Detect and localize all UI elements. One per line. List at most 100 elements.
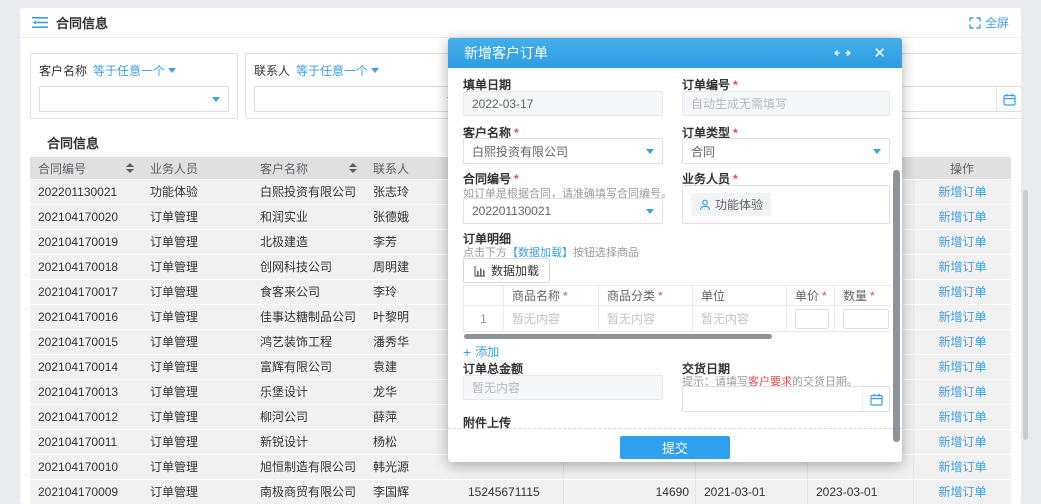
table-cell: 订单管理	[142, 330, 252, 354]
required-mark: *	[563, 289, 568, 303]
item-unit-cell[interactable]: 暂无内容	[693, 306, 787, 332]
vertical-scrollbar[interactable]	[893, 170, 900, 442]
items-column-label: 商品分类	[607, 287, 655, 304]
calendar-icon[interactable]	[862, 387, 889, 411]
table-cell: 订单管理	[142, 480, 252, 504]
column-header-1: 业务人员	[142, 157, 252, 179]
action-cell: 新增订单	[913, 430, 1011, 454]
column-header-0[interactable]: 合同编号	[30, 157, 142, 179]
filter-operator-dropdown[interactable]: 等于任意一个	[93, 62, 176, 79]
modal-close-icon[interactable]: ✕	[873, 44, 886, 62]
column-header-2[interactable]: 客户名称	[252, 157, 365, 179]
order-type-select-value: 合同	[691, 143, 715, 160]
staff-chip[interactable]: 功能体验	[691, 193, 771, 216]
table-cell: 2021-03-01	[695, 480, 807, 504]
new-order-link[interactable]: 新增订单	[938, 460, 986, 474]
new-order-link[interactable]: 新增订单	[938, 310, 986, 324]
table-cell: 食客来公司	[252, 280, 365, 304]
table-cell: 龙华	[365, 380, 452, 404]
fill-date-input[interactable]	[463, 91, 663, 116]
add-item-link[interactable]: + 添加	[463, 343, 499, 360]
new-order-link[interactable]: 新增订单	[938, 185, 986, 199]
sort-icon[interactable]	[126, 159, 134, 177]
fullscreen-button[interactable]: 全屏	[969, 14, 1009, 31]
column-label: 客户名称	[260, 160, 308, 177]
filter-box-customer: 客户名称 等于任意一个	[30, 53, 238, 119]
sort-icon[interactable]	[349, 159, 357, 177]
table-cell: 15245671115	[452, 480, 563, 504]
table-cell: 和润实业	[252, 205, 365, 229]
table-row: 202104170009订单管理南极商贸有限公司李国辉1524567111514…	[30, 480, 1011, 504]
column-header-3: 联系人	[365, 157, 452, 179]
filter-operator-label: 等于任意一个	[93, 62, 165, 79]
items-column-header-4: 数量*	[835, 286, 891, 306]
order-no-input[interactable]	[682, 91, 890, 116]
table-cell: 新锐设计	[252, 430, 365, 454]
new-order-link[interactable]: 新增订单	[938, 435, 986, 449]
filter-operator-dropdown[interactable]: 等于任意一个	[296, 62, 379, 79]
chevron-down-icon	[371, 68, 379, 77]
divider	[448, 428, 902, 429]
table-cell: 订单管理	[142, 355, 252, 379]
unit-price-input[interactable]	[795, 309, 829, 329]
table-cell: 202104170020	[30, 205, 142, 229]
new-order-link[interactable]: 新增订单	[938, 485, 986, 499]
action-cell: 新增订单	[913, 230, 1011, 254]
calendar-icon[interactable]	[996, 87, 1021, 111]
table-cell: 袁建	[365, 355, 452, 379]
total-amount-input[interactable]	[463, 375, 663, 400]
table-cell: 创网科技公司	[252, 255, 365, 279]
new-order-link[interactable]: 新增订单	[938, 260, 986, 274]
quantity-input[interactable]	[843, 309, 889, 329]
item-name-cell[interactable]: 暂无内容	[504, 306, 599, 332]
new-order-link[interactable]: 新增订单	[938, 385, 986, 399]
table-cell: 202104170010	[30, 455, 142, 479]
items-column-header-3: 单价*	[787, 286, 835, 306]
new-order-link[interactable]: 新增订单	[938, 360, 986, 374]
table-cell: 202104170009	[30, 480, 142, 504]
items-column-label: 单位	[701, 287, 725, 304]
filter-customer-select[interactable]	[39, 86, 229, 112]
table-cell: 202104170014	[30, 355, 142, 379]
table-cell: 订单管理	[142, 405, 252, 429]
table-cell: 李芳	[365, 230, 452, 254]
item-category-cell[interactable]: 暂无内容	[599, 306, 693, 332]
table-cell: 乐堡设计	[252, 380, 365, 404]
new-order-link[interactable]: 新增订单	[938, 285, 986, 299]
column-label: 操作	[950, 160, 974, 177]
table-cell: 叶黎明	[365, 305, 452, 329]
filter-contact-select[interactable]	[254, 86, 464, 112]
vertical-scrollbar-right[interactable]	[1023, 190, 1028, 440]
horizontal-scrollbar[interactable]	[464, 334, 772, 339]
modal-header[interactable]: 新增客户订单 ✕	[448, 38, 902, 68]
staff-field[interactable]: 功能体验	[682, 185, 890, 224]
items-column-label: 商品名称	[512, 287, 560, 304]
chevron-down-icon	[646, 149, 654, 158]
section-title: 合同信息	[47, 133, 99, 152]
new-order-link[interactable]: 新增订单	[938, 410, 986, 424]
order-type-select[interactable]: 合同	[682, 138, 890, 164]
table-cell: 订单管理	[142, 230, 252, 254]
submit-button[interactable]: 提交	[620, 436, 730, 459]
table-cell: 李国辉	[365, 480, 452, 504]
action-cell: 新增订单	[913, 255, 1011, 279]
customer-select-value: 白熙投资有限公司	[472, 143, 568, 160]
modal-resize-icon[interactable]	[834, 48, 851, 58]
table-cell: 订单管理	[142, 280, 252, 304]
table-cell: 佳事达糖制品公司	[252, 305, 365, 329]
table-cell: 订单管理	[142, 255, 252, 279]
new-order-link[interactable]: 新增订单	[938, 335, 986, 349]
delivery-date-input[interactable]	[682, 386, 890, 412]
new-order-link[interactable]: 新增订单	[938, 235, 986, 249]
table-cell: 白熙投资有限公司	[252, 180, 365, 204]
table-cell: 订单管理	[142, 455, 252, 479]
table-cell: 订单管理	[142, 380, 252, 404]
collapse-menu-icon[interactable]	[32, 16, 48, 29]
customer-select[interactable]: 白熙投资有限公司	[463, 138, 663, 164]
fullscreen-label: 全屏	[985, 14, 1009, 31]
bar-chart-icon	[474, 265, 486, 277]
new-order-link[interactable]: 新增订单	[938, 210, 986, 224]
contract-no-select[interactable]: 202201130021	[463, 198, 663, 224]
data-load-button[interactable]: 数据加载	[463, 258, 550, 283]
table-cell: 2023-03-01	[807, 480, 913, 504]
